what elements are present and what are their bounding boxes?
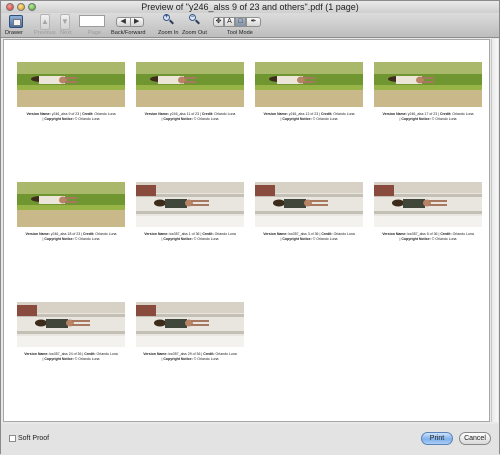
photo-thumbnail xyxy=(136,182,244,227)
zoom-out-icon: − xyxy=(188,14,200,26)
text-tool-icon[interactable]: A xyxy=(224,17,235,27)
photo-thumbnail xyxy=(255,62,363,107)
caption-line: | Copyright Notice: © Orlando Luna xyxy=(42,237,100,241)
back-forward-control: ◀ ▶ xyxy=(116,17,144,27)
caption-line: | Copyright Notice: © Orlando Luna xyxy=(399,117,457,121)
caption-line: | Copyright Notice: © Orlando Luna xyxy=(161,357,219,361)
previous-label: Previous xyxy=(34,30,56,36)
caption-line: | Copyright Notice: © Orlando Luna xyxy=(42,117,100,121)
page-number-field[interactable] xyxy=(79,15,105,27)
forward-icon[interactable]: ▶ xyxy=(129,18,144,26)
back-forward-label: Back/Forward xyxy=(111,30,146,36)
back-icon[interactable]: ◀ xyxy=(117,18,130,26)
photo-caption: Version Name: y246_alss 9 of 23 | Credit… xyxy=(10,112,132,122)
photo-caption: Version Name: kw357_alss 29 of 36 | Cred… xyxy=(129,352,251,362)
caption-line: | Copyright Notice: © Orlando Luna xyxy=(280,117,338,121)
down-arrow-icon: ▼ xyxy=(60,14,70,30)
cancel-button[interactable]: Cancel xyxy=(459,432,491,445)
page-label: Page xyxy=(88,30,102,36)
toolbar: Drawer ▲ Previous ▼ Next Page ◀ ▶ Back/F… xyxy=(1,13,499,38)
window-title: Preview of "y246_alss 9 of 23 and others… xyxy=(141,2,359,12)
drawer-icon xyxy=(9,15,23,28)
photo-caption: Version Name: kw357_alss 24 of 36 | Cred… xyxy=(10,352,132,362)
photo-caption: Version Name: kw357_alss 5 of 36 | Credi… xyxy=(367,232,489,242)
select-tool-icon[interactable]: □ xyxy=(235,17,246,27)
soft-proof-label[interactable]: Soft Proof xyxy=(18,433,49,444)
zoom-in-button[interactable]: + Zoom In xyxy=(158,13,179,37)
print-button[interactable]: Print xyxy=(421,432,453,445)
photo-thumbnail xyxy=(374,182,482,227)
annotate-tool-icon[interactable]: ✒ xyxy=(246,17,261,27)
next-label: Next xyxy=(60,30,72,36)
photo-thumbnail xyxy=(136,62,244,107)
photo-thumbnail xyxy=(136,302,244,347)
bottom-bar: Soft Proof Print Cancel xyxy=(1,424,499,455)
photo-caption: Version Name: y246_alss 18 of 23 | Credi… xyxy=(10,232,132,242)
photo-thumbnail xyxy=(17,182,125,227)
page-preview-area[interactable]: Version Name: y246_alss 9 of 23 | Credit… xyxy=(3,39,490,422)
up-arrow-icon: ▲ xyxy=(40,14,50,30)
caption-line: | Copyright Notice: © Orlando Luna xyxy=(161,117,219,121)
caption-line: | Copyright Notice: © Orlando Luna xyxy=(161,237,219,241)
zoom-out-label: Zoom Out xyxy=(182,30,207,36)
caption-line: | Copyright Notice: © Orlando Luna xyxy=(42,357,100,361)
move-tool-icon[interactable]: ✥ xyxy=(213,17,224,27)
photo-caption: Version Name: kw357_alss 3 of 36 | Credi… xyxy=(248,232,370,242)
photo-thumbnail xyxy=(374,62,482,107)
zoom-in-label: Zoom In xyxy=(158,30,179,36)
photo-caption: Version Name: kw357_alss 1 of 36 | Credi… xyxy=(129,232,251,242)
tool-mode-label: Tool Mode xyxy=(227,30,253,36)
photo-thumbnail xyxy=(255,182,363,227)
drawer-button[interactable]: Drawer xyxy=(2,13,26,37)
zoom-in-icon: + xyxy=(162,14,174,26)
soft-proof-checkbox[interactable] xyxy=(9,435,16,442)
caption-line: | Copyright Notice: © Orlando Luna xyxy=(399,237,457,241)
drawer-label: Drawer xyxy=(5,30,24,36)
caption-line: | Copyright Notice: © Orlando Luna xyxy=(280,237,338,241)
photo-caption: Version Name: y246_alss 12 of 23 | Credi… xyxy=(248,112,370,122)
preview-window: Preview of "y246_alss 9 of 23 and others… xyxy=(0,0,500,455)
photo-thumbnail xyxy=(17,62,125,107)
zoom-out-button[interactable]: − Zoom Out xyxy=(182,13,207,37)
next-button[interactable]: ▼ Next xyxy=(57,13,75,37)
photo-caption: Version Name: y246_alss 17 of 23 | Credi… xyxy=(367,112,489,122)
vertical-scrollbar[interactable] xyxy=(491,39,498,422)
photo-thumbnail xyxy=(17,302,125,347)
previous-button[interactable]: ▲ Previous xyxy=(34,13,56,37)
photo-caption: Version Name: y246_alss 11 of 23 | Credi… xyxy=(129,112,251,122)
